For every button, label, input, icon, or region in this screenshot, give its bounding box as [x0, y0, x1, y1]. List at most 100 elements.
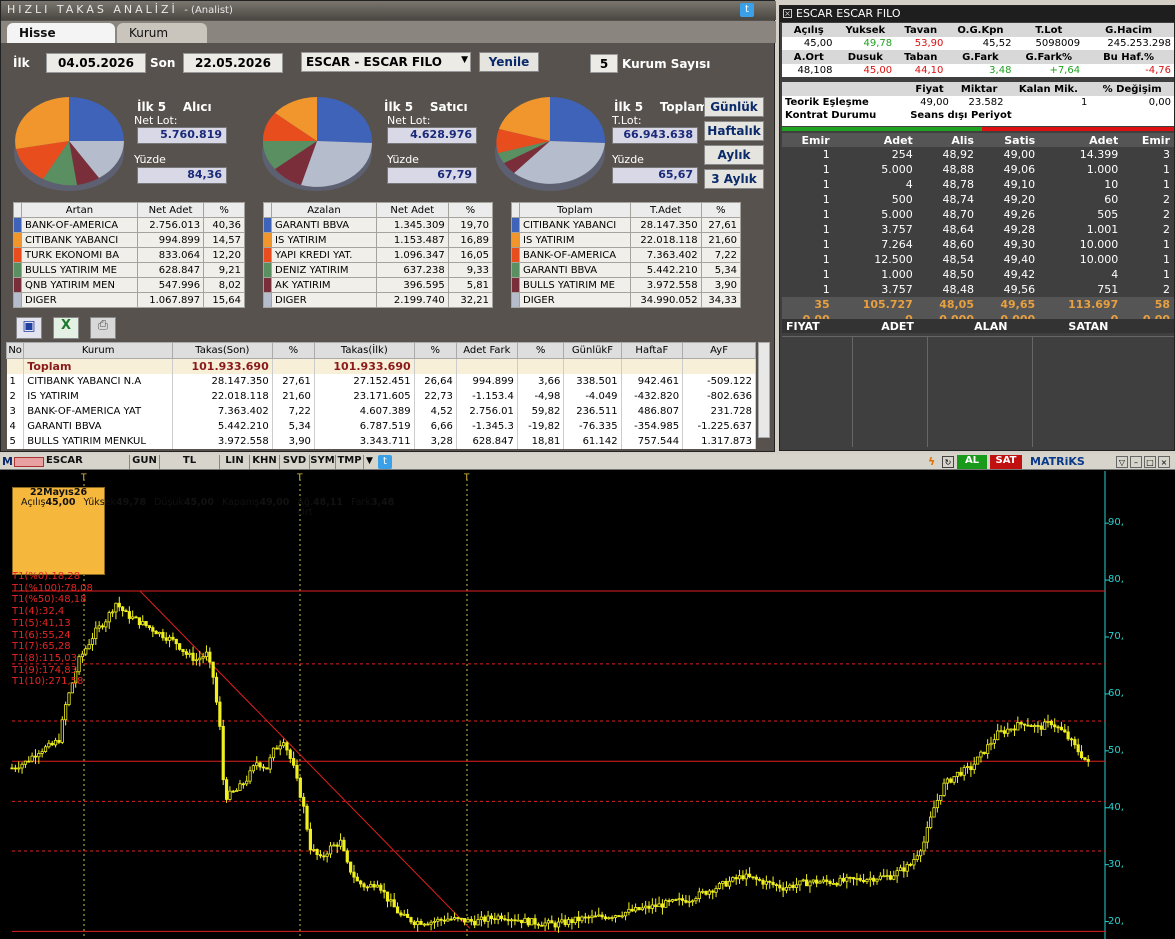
table-row[interactable]: AK YATIRIM 396.595 5,81	[263, 277, 494, 293]
book-cell: 48,60	[942, 238, 974, 251]
candle-body	[171, 636, 175, 640]
table-row[interactable]: YAPI KREDI YAT. 1.096.347 16,05	[263, 247, 494, 263]
save-icon[interactable]: ▣	[16, 317, 42, 339]
candle-body	[184, 651, 188, 655]
book-cell: 1	[822, 223, 830, 236]
table-cell: 396.595	[375, 277, 449, 293]
tab-kurum[interactable]: Kurum	[117, 23, 207, 43]
table-row[interactable]: IS YATIRIM 1.153.487 16,89	[263, 232, 494, 248]
candle-body	[741, 875, 745, 880]
lightning-icon[interactable]: ϟ	[928, 455, 940, 469]
book-row[interactable]: 1 5.000 48,88 49,06 1.000 1	[782, 162, 1174, 177]
book-row[interactable]: 1 254 48,92 49,00 14.399 3	[782, 147, 1174, 162]
chart-type-icon[interactable]	[14, 457, 44, 467]
refresh-icon[interactable]: ↻	[942, 456, 954, 468]
table-row[interactable]: 2 IS YATIRIM 22.018.118 21,60 23.171.605 22,7…	[6, 388, 756, 404]
candle-body	[245, 780, 249, 785]
table-cell: BANK-OF-AMERICA	[519, 247, 631, 263]
candle-body	[1079, 751, 1084, 759]
table-row[interactable]: BULLS YATIRIM ME 628.847 9,21	[13, 262, 245, 278]
buy-button[interactable]: AL	[957, 455, 987, 469]
svd-button[interactable]: SVD	[280, 455, 310, 469]
candle-body	[1056, 726, 1060, 729]
chevron-down-icon[interactable]: ▼	[366, 456, 373, 466]
table-row[interactable]: GARANTI BBVA 5.442.210 5,34	[511, 262, 742, 278]
print-icon[interactable]: ⎙	[90, 317, 116, 339]
book-row[interactable]: 1 500 48,74 49,20 60 2	[782, 192, 1174, 207]
table-row[interactable]: TURK EKONOMI BA 833.064 12,20	[13, 247, 245, 263]
book-cell: 48,78	[942, 178, 974, 191]
table-row[interactable]: 4 GARANTI BBVA 5.442.210 5,34 6.787.519 6,66-…	[6, 418, 756, 434]
khn-button[interactable]: KHN	[250, 455, 280, 469]
lin-button[interactable]: LIN	[220, 455, 250, 469]
twitter-icon[interactable]: t	[378, 455, 392, 469]
table-row[interactable]: DIGER 1.067.897 15,64	[13, 292, 245, 308]
book-row[interactable]: 1 4 48,78 49,10 10 1	[782, 177, 1174, 192]
book-row[interactable]: 1 5.000 48,70 49,26 505 2	[782, 207, 1174, 222]
book-row[interactable]: 1 1.000 48,50 49,42 4 1	[782, 267, 1174, 282]
dropdown-icon[interactable]: ▽	[1116, 456, 1128, 468]
book-row[interactable]: 1 3.757 48,48 49,56 751 2	[782, 282, 1174, 297]
book-cell: 3.757	[881, 223, 913, 236]
tab-hisse[interactable]: Hisse	[7, 23, 115, 43]
gun-button[interactable]: GUN	[130, 455, 160, 469]
table-row[interactable]: GARANTI BBVA 1.345.309 19,70	[263, 217, 494, 233]
monthly-button[interactable]: Aylık	[704, 145, 764, 165]
tl-button[interactable]: TL	[160, 455, 220, 469]
table-cell: 14,57	[203, 232, 245, 248]
candlestick-chart[interactable]: TTT	[0, 471, 1175, 939]
table-cell: 3,66	[517, 373, 565, 389]
symbol-select[interactable]: ESCAR - ESCAR FILO ▼	[301, 52, 471, 72]
table-cell	[621, 358, 684, 374]
total-title-1: İlk 5	[614, 100, 644, 114]
table-row[interactable]: BULLS YATIRIM ME 3.972.558 3,90	[511, 277, 742, 293]
legend-swatch	[263, 277, 272, 293]
table-row[interactable]: 3 BANK-OF-AMERICA YAT 7.363.402 7,22 4.607.3…	[6, 403, 756, 419]
table-row[interactable]: DIGER 2.199.740 32,21	[263, 292, 494, 308]
twitter-icon[interactable]: t	[740, 3, 754, 17]
minimize-icon[interactable]: –	[1130, 456, 1142, 468]
daily-button[interactable]: Günlük	[704, 97, 764, 117]
candle-body	[10, 767, 14, 770]
candle-body	[23, 760, 28, 765]
table-row[interactable]: IS YATIRIM 22.018.118 21,60	[511, 232, 742, 248]
end-date-field[interactable]: 22.05.2026	[183, 53, 283, 73]
kurum-count-field[interactable]: 5	[590, 54, 618, 73]
refresh-button[interactable]: Yenile	[479, 52, 539, 72]
table-cell: 1.317.873	[682, 433, 756, 449]
quote-value-row: 48,108 45,00 44,10 3,48 +7,64 -4,76	[782, 64, 1174, 77]
book-cell: 5.000	[881, 163, 913, 176]
chart-symbol[interactable]: ESCAR	[46, 455, 130, 469]
table-row[interactable]: DENIZ YATIRIM 637.238 9,33	[263, 262, 494, 278]
table-row[interactable]: QNB YATIRIM MEN 547.996 8,02	[13, 277, 245, 293]
quarterly-button[interactable]: 3 Aylık	[704, 169, 764, 189]
table-row[interactable]: 1 CITIBANK YABANCI N.A 28.147.350 27,61 27.1…	[6, 373, 756, 389]
book-row[interactable]: 1 3.757 48,64 49,28 1.001 2	[782, 222, 1174, 237]
candle-body	[43, 746, 48, 752]
candle-body	[617, 915, 621, 917]
chevron-down-icon: ▼	[461, 55, 468, 65]
sym-button[interactable]: SYM	[310, 455, 336, 469]
candle-body	[432, 920, 437, 923]
excel-icon[interactable]: X	[53, 317, 79, 339]
table-row[interactable]: CITIBANK YABANCI 28.147.350 27,61	[511, 217, 742, 233]
close-icon[interactable]: ×	[783, 9, 792, 18]
weekly-button[interactable]: Haftalık	[704, 121, 764, 141]
candle-body	[27, 760, 31, 763]
close-icon[interactable]: ×	[1158, 456, 1170, 468]
table-scrollbar[interactable]	[758, 342, 770, 438]
table-row[interactable]: CITIBANK YABANCI 994.899 14,57	[13, 232, 245, 248]
total-row[interactable]: Toplam 101.933.690 101.933.690	[6, 358, 756, 374]
table-row[interactable]: BANK-OF-AMERICA 2.756.013 40,36	[13, 217, 245, 233]
book-cell: 1	[1163, 268, 1170, 281]
book-row[interactable]: 1 7.264 48,60 49,30 10.000 1	[782, 237, 1174, 252]
table-row[interactable]: 5 BULLS YATIRIM MENKUL 3.972.558 3,90 3.343.…	[6, 433, 756, 449]
table-row[interactable]: DIGER 34.990.052 34,33	[511, 292, 742, 308]
book-row[interactable]: 1 12.500 48,54 49,40 10.000 1	[782, 252, 1174, 267]
maximize-icon[interactable]: □	[1144, 456, 1156, 468]
sell-button[interactable]: SAT	[990, 455, 1022, 469]
start-date-field[interactable]: 04.05.2026	[46, 53, 146, 73]
candle-body	[499, 915, 504, 920]
table-row[interactable]: BANK-OF-AMERICA 7.363.402 7,22	[511, 247, 742, 263]
tmp-button[interactable]: TMP	[336, 455, 364, 469]
